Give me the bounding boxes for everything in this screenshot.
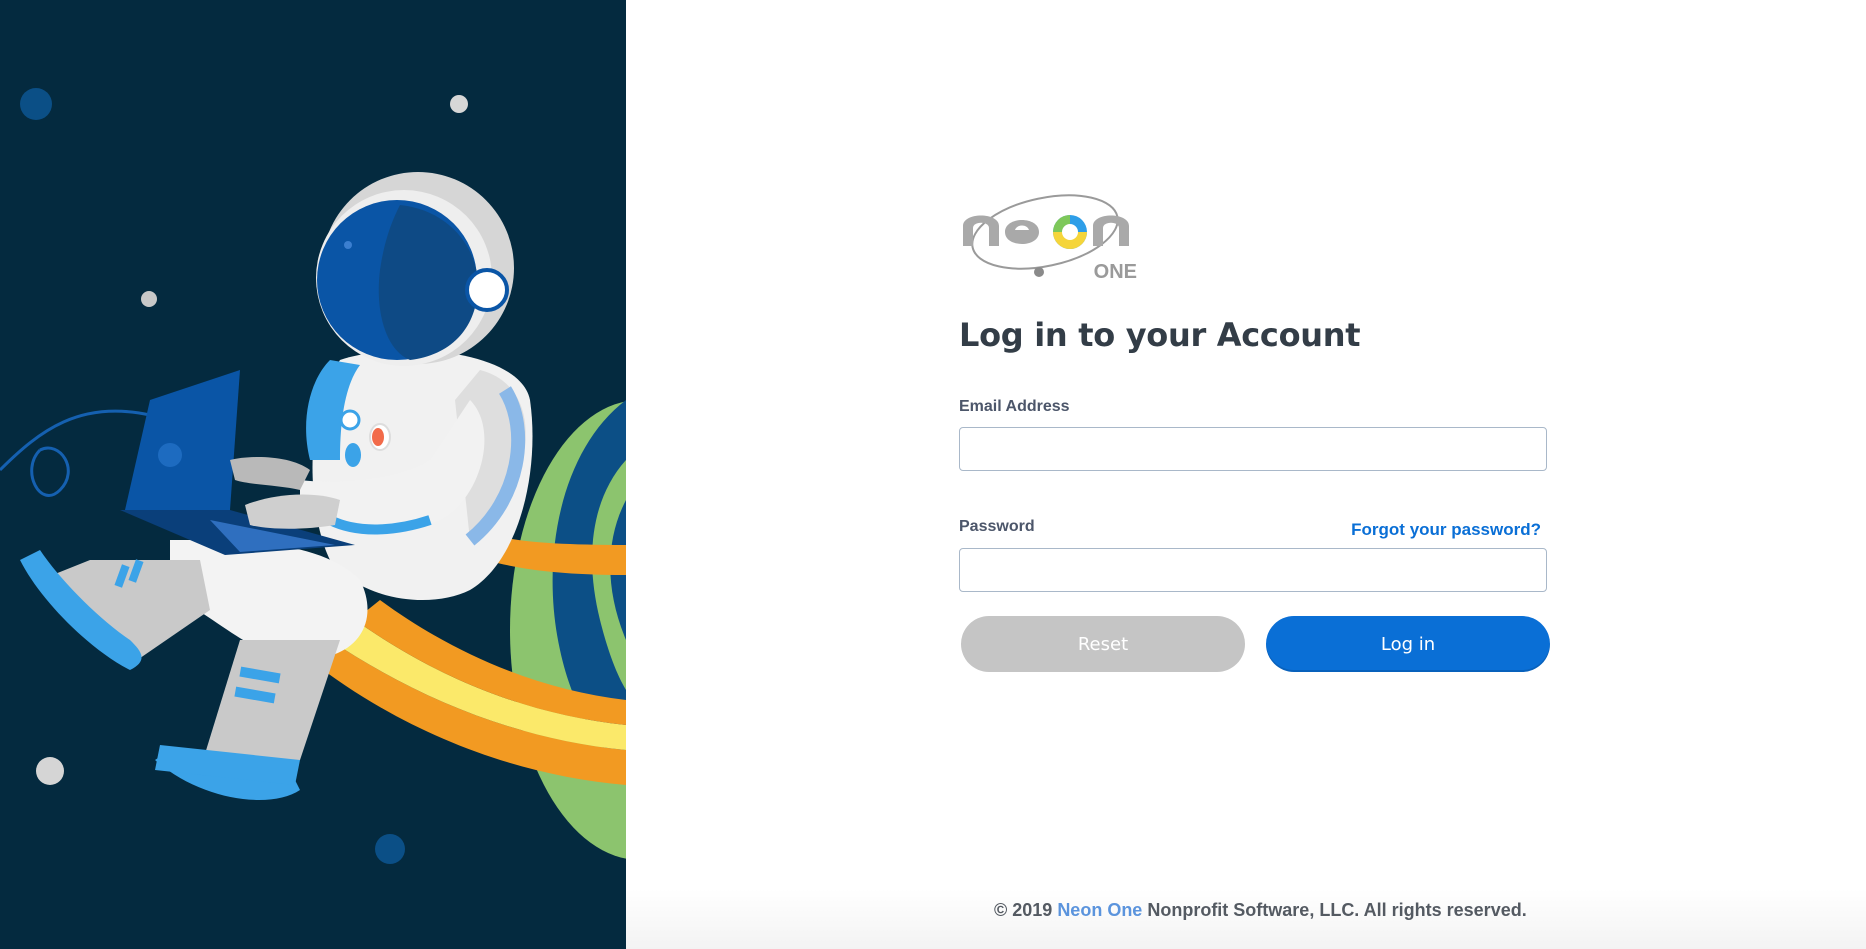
reset-button[interactable]: Reset (961, 616, 1245, 672)
star-dot (141, 291, 157, 307)
login-panel: ONE Log in to your Account Email Address… (626, 0, 1866, 949)
logo-letter-n (963, 215, 999, 246)
login-button[interactable]: Log in (1266, 616, 1550, 672)
copyright-suffix: Nonprofit Software, LLC. All rights rese… (1142, 900, 1527, 920)
copyright-prefix: © 2019 (994, 900, 1058, 920)
forgot-password-link[interactable]: Forgot your password? (1351, 520, 1541, 540)
neon-one-logo: ONE (963, 194, 1137, 282)
copyright-text: © 2019 Neon One Nonprofit Software, LLC.… (994, 900, 1527, 921)
password-field[interactable] (959, 548, 1547, 592)
page-title: Log in to your Account (959, 316, 1361, 354)
password-label: Password (959, 518, 1035, 535)
email-field[interactable] (959, 427, 1547, 471)
star-dot (36, 757, 64, 785)
astronaut-illustration (0, 0, 626, 949)
hero-illustration (0, 0, 626, 949)
star-dot (20, 88, 52, 120)
star-dot (375, 834, 405, 864)
email-label: Email Address (959, 398, 1070, 415)
footer-brand-name: Neon One (1057, 900, 1143, 920)
logo-orbit-dot (1034, 267, 1044, 277)
footer: © 2019 Neon One Nonprofit Software, LLC.… (626, 889, 1866, 949)
logo-letter-n (1093, 215, 1129, 246)
star-dot (450, 95, 468, 113)
logo-letter-e (1005, 220, 1039, 244)
logo-one-text: ONE (1094, 261, 1137, 282)
